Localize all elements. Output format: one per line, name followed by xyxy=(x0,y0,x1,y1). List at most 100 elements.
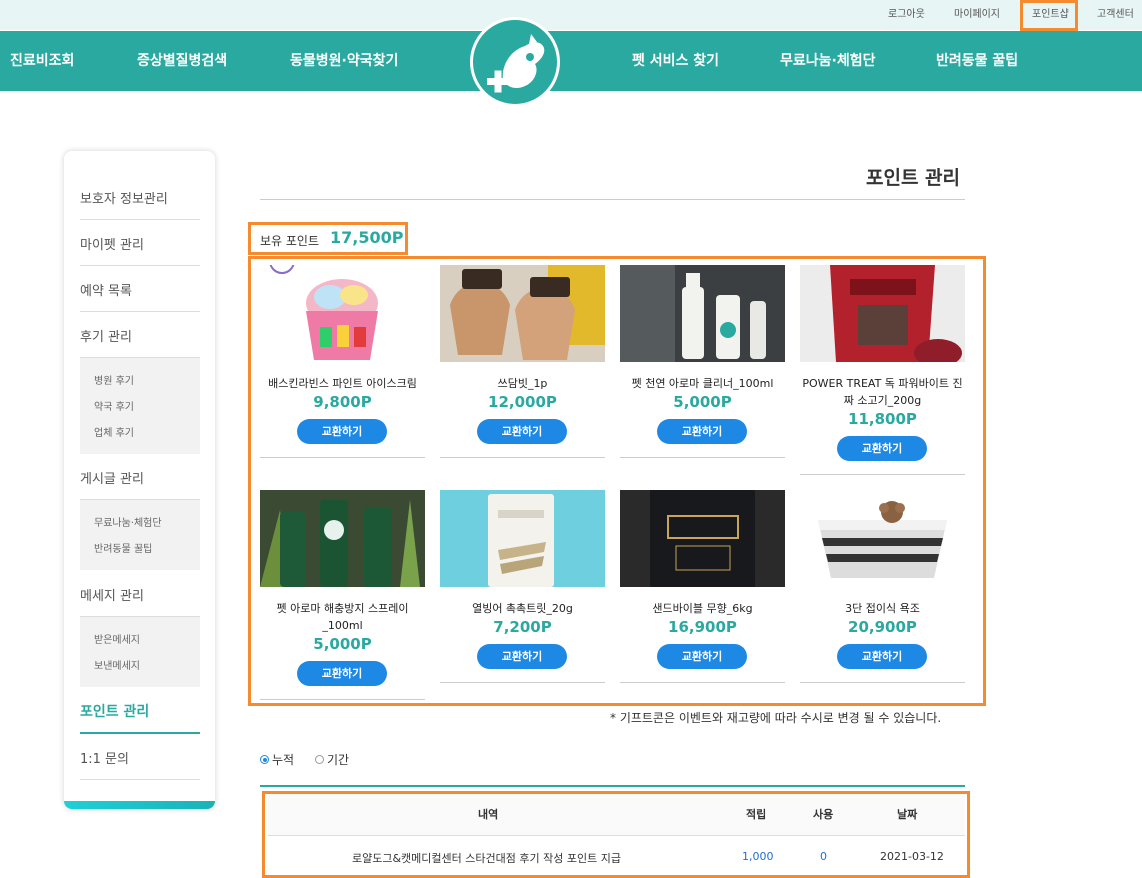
sidebar-item-inquiry[interactable]: 1:1 문의 xyxy=(80,748,200,767)
product-card: POWER TREAT 독 파워바이트 진짜 소고기_200g 11,800P … xyxy=(800,265,965,477)
product-name: 샌드바이블 무향_6kg xyxy=(652,602,753,615)
filter-period-radio[interactable]: 기간 xyxy=(315,751,349,768)
product-price: 7,200P xyxy=(493,618,552,636)
radio-unchecked-icon xyxy=(315,755,324,764)
nav-item-pet-tips[interactable]: 반려동물 꿀팁 xyxy=(936,31,1018,91)
product-image[interactable] xyxy=(620,265,785,362)
nav-item-free-share[interactable]: 무료나눔·체험단 xyxy=(780,31,875,91)
exchange-button[interactable]: 교환하기 xyxy=(657,419,747,444)
filter-cumulative-radio[interactable]: 누적 xyxy=(260,751,294,768)
nav-item-hospital-finder[interactable]: 동물병원·약국찾기 xyxy=(290,31,398,91)
product-name: 열빙어 촉촉트릿_20g xyxy=(472,602,573,615)
active-underline xyxy=(80,732,200,734)
product-image[interactable] xyxy=(800,490,965,587)
table-header-earned: 적립 xyxy=(746,808,767,821)
page-title: 포인트 관리 xyxy=(866,167,961,189)
card-divider xyxy=(620,457,785,458)
sidebar-item-review[interactable]: 후기 관리 xyxy=(80,326,200,345)
history-top-rule xyxy=(260,785,965,787)
product-image[interactable] xyxy=(800,265,965,362)
table-cell-desc: 로얄도그&캣메디컬센터 스타건대점 후기 작성 포인트 지급 xyxy=(352,852,621,865)
table-cell-earned: 1,000 xyxy=(742,850,774,863)
card-divider xyxy=(800,474,965,475)
sidebar-item-message[interactable]: 메세지 관리 xyxy=(80,585,200,604)
nav-item-disease-search[interactable]: 증상별질병검색 xyxy=(137,31,227,91)
product-card: 샌드바이블 무향_6kg 16,900P 교환하기 xyxy=(620,490,785,685)
product-image[interactable] xyxy=(440,265,605,362)
sidebar-item-reservation[interactable]: 예약 목록 xyxy=(80,280,200,299)
product-name: 펫 천연 아로마 클리너_100ml xyxy=(631,377,774,390)
card-divider xyxy=(260,699,425,700)
product-image[interactable] xyxy=(260,265,425,362)
posts-submenu xyxy=(80,500,200,570)
logout-link[interactable]: 로그아웃 xyxy=(888,0,925,30)
table-header-used: 사용 xyxy=(813,808,834,821)
filter-cumulative-label: 누적 xyxy=(272,753,295,767)
product-name: 펫 아로마 해충방지 스프레이_100ml xyxy=(276,602,409,632)
product-image[interactable] xyxy=(440,490,605,587)
product-price: 11,800P xyxy=(848,410,917,428)
exchange-button[interactable]: 교환하기 xyxy=(837,436,927,461)
message-submenu xyxy=(80,617,200,687)
exchange-button[interactable]: 교환하기 xyxy=(477,419,567,444)
sidebar-item-points[interactable]: 포인트 관리 xyxy=(80,701,200,721)
points-label: 보유 포인트 xyxy=(260,234,320,248)
nav-item-medical-fee[interactable]: 진료비조회 xyxy=(10,31,74,91)
table-header-divider xyxy=(268,835,965,836)
product-card: 3단 접이식 욕조 20,900P 교환하기 xyxy=(800,490,965,685)
title-divider xyxy=(260,199,965,200)
sidebar-subitem-inbox[interactable]: 받은메세지 xyxy=(94,631,140,646)
divider xyxy=(80,219,200,220)
sidebar-subitem-sent[interactable]: 보낸메세지 xyxy=(94,657,140,672)
sidebar-subitem-pet-tips[interactable]: 반려동물 꿀팁 xyxy=(94,540,152,555)
divider xyxy=(80,311,200,312)
table-header-date: 날짜 xyxy=(897,808,918,821)
product-card: 열빙어 촉촉트릿_20g 7,200P 교환하기 xyxy=(440,490,605,685)
product-image[interactable] xyxy=(260,490,425,587)
sidebar-subitem-hospital-review[interactable]: 병원 후기 xyxy=(94,372,134,387)
radio-checked-icon xyxy=(260,755,269,764)
table-cell-date: 2021-03-12 xyxy=(880,850,944,863)
sidebar-subitem-business-review[interactable]: 업체 후기 xyxy=(94,424,134,439)
top-utility-bar: 로그아웃 마이페이지 포인트샵 고객센터 xyxy=(0,0,1142,30)
table-cell-used: 0 xyxy=(820,850,827,863)
sidebar-subitem-pharmacy-review[interactable]: 약국 후기 xyxy=(94,398,134,413)
product-price: 20,900P xyxy=(848,618,917,636)
sidebar-bottom-accent xyxy=(64,801,215,809)
site-logo[interactable] xyxy=(470,17,560,107)
exchange-button[interactable]: 교환하기 xyxy=(657,644,747,669)
card-divider xyxy=(440,457,605,458)
product-card: 쓰담빗_1p 12,000P 교환하기 xyxy=(440,265,605,460)
sidebar-subitem-free-share[interactable]: 무료나눔·체험단 xyxy=(94,514,162,529)
product-price: 9,800P xyxy=(313,393,372,411)
product-name: 쓰담빗_1p xyxy=(497,377,548,390)
product-name: 배스킨라빈스 파인트 아이스크림 xyxy=(268,377,417,390)
sidebar-item-guardian[interactable]: 보호자 정보관리 xyxy=(80,188,200,207)
nav-item-pet-service[interactable]: 펫 서비스 찾기 xyxy=(632,31,719,91)
customer-center-link[interactable]: 고객센터 xyxy=(1097,0,1134,30)
card-divider xyxy=(620,682,785,683)
product-price: 5,000P xyxy=(673,393,732,411)
mypage-link[interactable]: 마이페이지 xyxy=(954,0,1000,30)
product-card: 펫 천연 아로마 클리너_100ml 5,000P 교환하기 xyxy=(620,265,785,460)
product-price: 12,000P xyxy=(488,393,557,411)
sidebar-item-mypet[interactable]: 마이펫 관리 xyxy=(80,234,200,253)
card-divider xyxy=(800,682,965,683)
divider xyxy=(80,265,200,266)
divider xyxy=(80,779,200,780)
product-name: POWER TREAT 독 파워바이트 진짜 소고기_200g xyxy=(802,377,963,407)
sidebar-item-posts[interactable]: 게시글 관리 xyxy=(80,468,200,487)
exchange-button[interactable]: 교환하기 xyxy=(477,644,567,669)
product-image[interactable] xyxy=(620,490,785,587)
exchange-button[interactable]: 교환하기 xyxy=(297,661,387,686)
main-nav: 진료비조회 증상별질병검색 동물병원·약국찾기 펫 서비스 찾기 무료나눔·체험… xyxy=(0,31,1142,91)
card-divider xyxy=(260,457,425,458)
exchange-button[interactable]: 교환하기 xyxy=(837,644,927,669)
product-card: 배스킨라빈스 파인트 아이스크림 9,800P 교환하기 xyxy=(260,265,425,460)
product-price: 5,000P xyxy=(313,635,372,653)
filter-period-label: 기간 xyxy=(327,753,350,767)
product-name: 3단 접이식 욕조 xyxy=(845,602,920,615)
product-price: 16,900P xyxy=(668,618,737,636)
exchange-button[interactable]: 교환하기 xyxy=(297,419,387,444)
giftcon-notice: * 기프트콘은 이벤트와 재고량에 따라 수시로 변경 될 수 있습니다. xyxy=(610,711,942,725)
